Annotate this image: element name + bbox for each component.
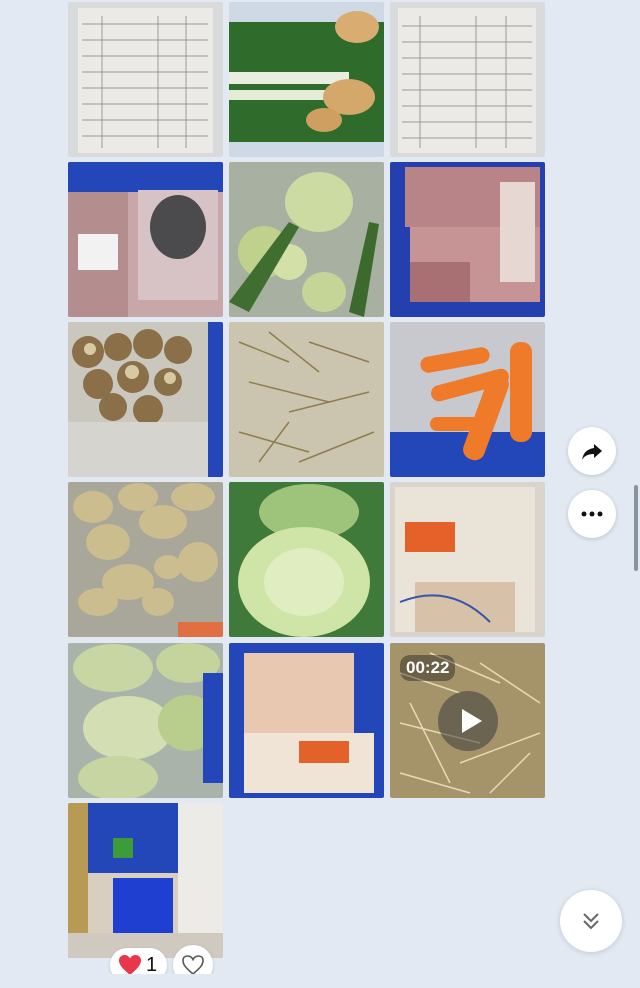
more-dots-icon	[581, 511, 603, 517]
share-button[interactable]	[568, 427, 616, 475]
video-bean-sprouts[interactable]: 00:22	[390, 643, 545, 798]
photo-chicken-pieces-crate[interactable]	[229, 643, 384, 798]
scrollbar[interactable]	[634, 485, 638, 571]
photo-bagged-cabbages[interactable]	[68, 643, 223, 798]
photo-kohlrabi-bag[interactable]	[229, 162, 384, 317]
photo-cabbage[interactable]	[229, 482, 384, 637]
photo-scallions-and-ginger[interactable]	[229, 2, 384, 157]
photo-packaged-chicken[interactable]	[390, 482, 545, 637]
photo-storage-room-crates[interactable]	[68, 803, 223, 958]
bottom-edge	[0, 974, 640, 988]
double-chevron-down-icon	[583, 913, 599, 930]
photo-invoice-document[interactable]	[68, 2, 223, 157]
share-arrow-icon	[582, 444, 602, 460]
play-icon[interactable]	[438, 691, 498, 751]
photo-mushrooms-bag[interactable]	[68, 322, 223, 477]
photo-pork-cuts-tray[interactable]	[390, 162, 545, 317]
photo-packaged-meat-label[interactable]	[68, 162, 223, 317]
photo-invoice-document-2[interactable]	[390, 2, 545, 157]
heart-filled-icon	[119, 955, 141, 975]
scroll-to-bottom-button[interactable]	[560, 890, 622, 952]
video-duration: 00:22	[400, 655, 456, 681]
more-options-button[interactable]	[568, 490, 616, 538]
photo-album-grid: 00:22	[0, 0, 640, 988]
photo-carrots-bag[interactable]	[390, 322, 545, 477]
heart-outline-icon	[182, 955, 204, 976]
photo-bean-sprouts[interactable]	[229, 322, 384, 477]
photo-potatoes-bag[interactable]	[68, 482, 223, 637]
